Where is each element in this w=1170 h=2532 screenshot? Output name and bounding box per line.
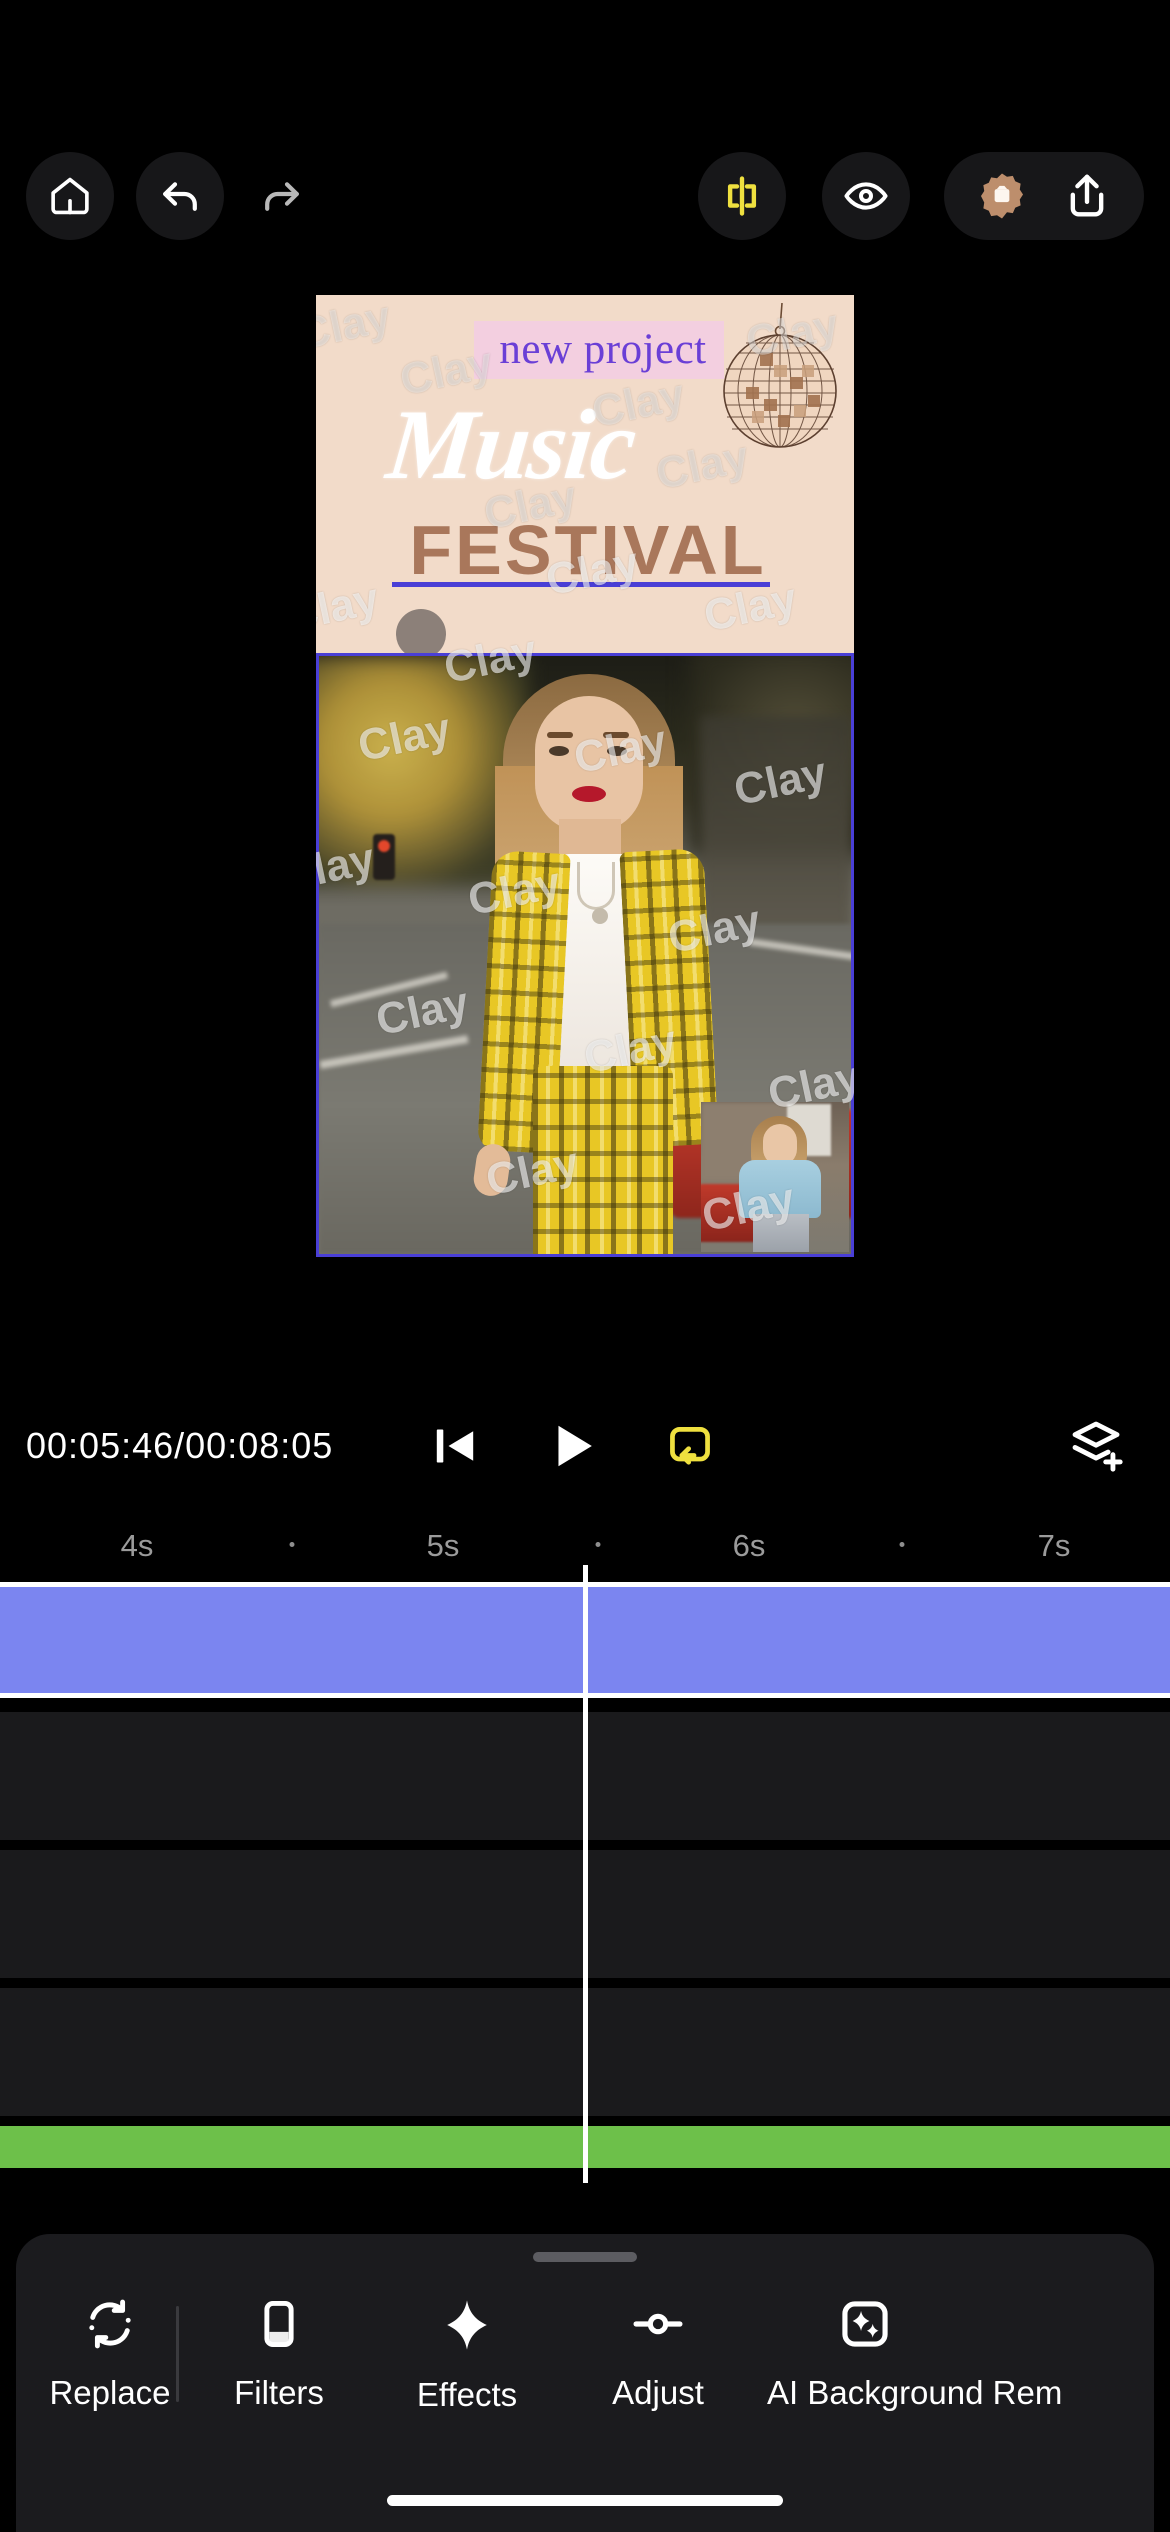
photo-clip-selected[interactable] xyxy=(316,653,854,1257)
poster-clip[interactable]: new project Music FESTIVAL xyxy=(316,295,854,653)
split-clip-button[interactable] xyxy=(698,152,786,240)
filters-icon xyxy=(251,2296,307,2352)
split-clip-icon xyxy=(717,171,767,221)
tool-adjust[interactable]: Adjust xyxy=(583,2296,733,2412)
add-layer-button[interactable] xyxy=(1068,1417,1126,1475)
disco-ball-icon xyxy=(723,302,837,448)
poster-underline xyxy=(392,582,770,587)
ruler-tick-label: 6s xyxy=(732,1528,766,1563)
playhead[interactable] xyxy=(583,1565,588,2183)
loop-button[interactable] xyxy=(663,1419,717,1473)
app-root: new project Music FESTIVAL Clay Clay Cla… xyxy=(0,0,1170,2532)
poster-badge-text: new project xyxy=(499,326,707,373)
redo-icon xyxy=(258,172,306,220)
poster-bold-title: FESTIVAL xyxy=(409,511,767,589)
ruler-tick-dot xyxy=(289,1542,295,1547)
ai-background-icon xyxy=(837,2296,893,2352)
ruler-tick-label: 5s xyxy=(426,1528,460,1563)
sheet-drag-handle[interactable] xyxy=(533,2252,637,2262)
adjust-icon xyxy=(630,2296,686,2352)
timecode-display: 00:05:46/00:08:05 xyxy=(26,1425,333,1467)
preview-button[interactable] xyxy=(822,152,910,240)
home-indicator xyxy=(387,2495,783,2506)
ruler-tick-dot xyxy=(595,1542,601,1547)
export-icon[interactable] xyxy=(1062,171,1112,221)
tool-label: Replace xyxy=(49,2374,171,2411)
time-separator: / xyxy=(174,1425,186,1466)
undo-button[interactable] xyxy=(136,152,224,240)
clip-tool-row: Replace Filters Effects Adjust AI Backgr… xyxy=(16,2296,1154,2456)
poster-dot xyxy=(396,609,446,653)
ruler-tick-dot xyxy=(899,1542,905,1547)
redo-button[interactable] xyxy=(238,152,326,240)
effects-icon xyxy=(438,2296,496,2354)
export-group xyxy=(944,152,1144,240)
traffic-light xyxy=(373,834,395,880)
top-toolbar xyxy=(0,140,1170,252)
replace-icon xyxy=(82,2296,138,2352)
bottom-sheet: Replace Filters Effects Adjust AI Backgr… xyxy=(16,2234,1154,2532)
preview-area: new project Music FESTIVAL Clay Clay Cla… xyxy=(0,295,1170,1385)
tool-replace[interactable]: Replace xyxy=(44,2296,176,2412)
home-button[interactable] xyxy=(26,152,114,240)
pip-overlay-clip[interactable] xyxy=(701,1102,849,1252)
home-icon xyxy=(47,173,93,219)
skip-to-start-button[interactable] xyxy=(429,1420,481,1472)
total-time: 00:08:05 xyxy=(185,1425,334,1466)
tool-label: Filters xyxy=(234,2374,324,2411)
transport-bar: 00:05:46/00:08:05 xyxy=(0,1390,1170,1502)
current-time: 00:05:46 xyxy=(26,1425,175,1466)
tool-label: AI Background Rem xyxy=(767,2374,1063,2411)
pro-badge-icon[interactable] xyxy=(976,170,1028,222)
tool-label: Effects xyxy=(416,2376,518,2413)
tool-label: Adjust xyxy=(612,2374,704,2411)
undo-icon xyxy=(156,172,204,220)
tool-divider xyxy=(176,2306,179,2402)
play-button[interactable] xyxy=(543,1417,601,1475)
poster-script-title: Music xyxy=(382,389,640,500)
tool-ai-background-remove[interactable]: AI Background Rem xyxy=(767,2296,1067,2412)
tool-filters[interactable]: Filters xyxy=(213,2296,345,2412)
ruler-tick-label: 4s xyxy=(120,1528,154,1563)
preview-eye-icon xyxy=(842,172,890,220)
ruler-tick-label: 7s xyxy=(1037,1528,1071,1563)
model-figure xyxy=(437,674,737,1254)
tool-effects[interactable]: Effects xyxy=(387,2296,547,2414)
playback-controls xyxy=(429,1417,717,1475)
preview-canvas[interactable]: new project Music FESTIVAL Clay Clay Cla… xyxy=(316,295,854,1257)
